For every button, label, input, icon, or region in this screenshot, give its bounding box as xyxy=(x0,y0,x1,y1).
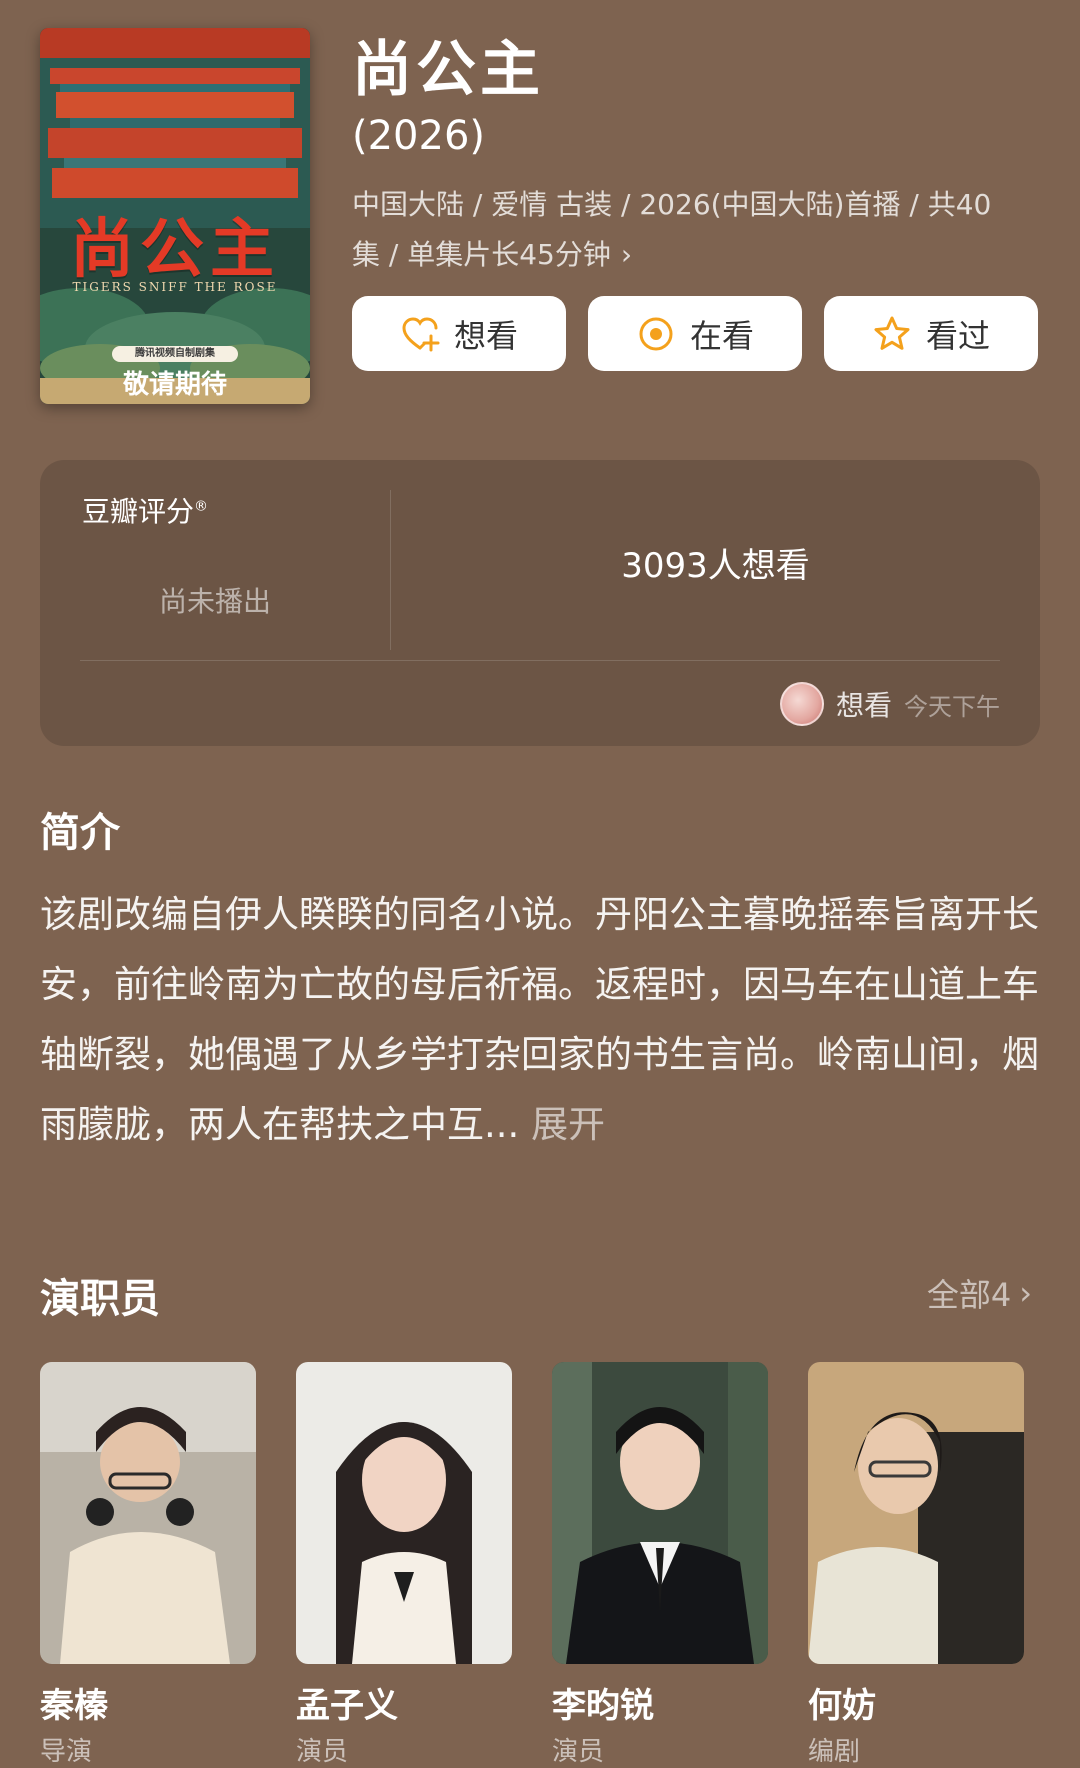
cast-card[interactable]: 孟子义 演员 xyxy=(296,1362,512,1768)
want-count: 3093人想看 xyxy=(621,546,810,586)
cast-name: 李昀锐 xyxy=(552,1686,654,1726)
star-outline-icon xyxy=(872,314,912,354)
want-button-label: 想看 xyxy=(453,316,518,355)
cast-photo xyxy=(552,1362,768,1664)
poster-producer-badge: 腾讯视频自制剧集 xyxy=(112,346,238,362)
douban-rating-label-text: 豆瓣评分 xyxy=(82,495,195,528)
show-year: (2026) xyxy=(352,113,486,159)
poster-tagline: 敬请期待 xyxy=(122,370,227,400)
show-meta[interactable]: 中国大陆 / 爱情 古装 / 2026(中国大陆)首播 / 共40 集 / 单集… xyxy=(352,180,1032,280)
chevron-right-icon: › xyxy=(620,238,633,271)
watched-button[interactable]: 看过 xyxy=(824,296,1038,371)
cast-role: 导演 xyxy=(40,1737,93,1767)
cast-photo xyxy=(296,1362,512,1664)
action-buttons: 想看 在看 看过 xyxy=(352,296,1038,371)
cast-card[interactable]: 何妨 编剧 xyxy=(808,1362,1024,1768)
douban-rating-label: 豆瓣评分® xyxy=(82,490,208,530)
cast-card[interactable]: 李昀锐 演员 xyxy=(552,1362,768,1768)
target-circle-icon xyxy=(636,314,676,354)
meta-line-2: 集 / 单集片长45分钟 › xyxy=(352,230,1032,280)
poster-subtitle: TIGERS SNIFF THE ROSE xyxy=(72,280,278,294)
cast-list: 秦榛 导演 孟子义 演员 李昀锐 演员 何妨 编剧 xyxy=(40,1362,1024,1768)
rating-status: 尚未播出 xyxy=(158,585,271,618)
cast-all-label: 全部4 xyxy=(926,1276,1012,1314)
cast-name: 何妨 xyxy=(808,1686,876,1726)
user-activity-action: 想看 xyxy=(835,689,892,722)
cast-name: 秦榛 xyxy=(40,1686,108,1726)
cast-photo xyxy=(40,1362,256,1664)
cast-name: 孟子义 xyxy=(296,1686,398,1726)
chevron-right-icon: › xyxy=(1019,1274,1032,1312)
cast-title: 演职员 xyxy=(40,1276,160,1322)
want-button[interactable]: 想看 xyxy=(352,296,566,371)
intro-text: 该剧改编自伊人睽睽的同名小说。丹阳公主暮晚摇奉旨离开长安，前往岭南为亡故的母后祈… xyxy=(40,880,1040,1160)
show-title: 尚公主 xyxy=(352,35,544,105)
divider-horizontal xyxy=(80,660,1000,661)
watching-button-label: 在看 xyxy=(689,316,754,355)
cast-role: 演员 xyxy=(296,1737,349,1767)
intro-title: 简介 xyxy=(40,810,120,856)
user-activity-time: 今天下午 xyxy=(904,692,1000,721)
avatar xyxy=(779,682,824,726)
poster-title-art: 尚公主 xyxy=(70,212,280,287)
heart-plus-icon xyxy=(400,314,440,354)
meta-line-1: 中国大陆 / 爱情 古装 / 2026(中国大陆)首播 / 共40 xyxy=(352,188,992,221)
rating-card[interactable]: 豆瓣评分® 尚未播出 3093人想看 想看 今天下午 xyxy=(40,460,1040,746)
cast-role: 演员 xyxy=(552,1737,605,1767)
registered-mark: ® xyxy=(194,498,209,515)
cast-card[interactable]: 秦榛 导演 xyxy=(40,1362,256,1768)
cast-photo xyxy=(808,1362,1024,1664)
watching-button[interactable]: 在看 xyxy=(588,296,802,371)
cast-role: 编剧 xyxy=(808,1737,861,1767)
user-activity[interactable]: 想看 今天下午 xyxy=(779,682,1000,726)
expand-link[interactable]: 展开 xyxy=(531,1103,605,1146)
cast-all-link[interactable]: 全部4 › xyxy=(927,1270,1032,1316)
meta-line-2-text: 集 / 单集片长45分钟 xyxy=(352,238,611,271)
watched-button-label: 看过 xyxy=(925,316,990,355)
poster-image[interactable]: 尚公主 TIGERS SNIFF THE ROSE 腾讯视频自制剧集 敬请期待 xyxy=(40,28,310,404)
